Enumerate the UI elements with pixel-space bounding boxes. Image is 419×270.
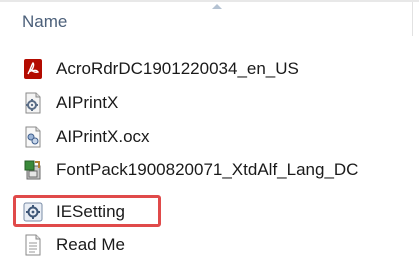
file-row-fontpack[interactable]: FontPack1900820071_XtdAlf_Lang_DC (0, 155, 419, 185)
file-name: AIPrintX.ocx (56, 127, 150, 146)
text-document-icon (22, 234, 44, 256)
file-name: Read Me (56, 235, 125, 254)
file-name: AIPrintX (56, 93, 119, 112)
file-row-acrordrdc[interactable]: AcroRdrDC1901220034_en_US (0, 54, 419, 84)
highlight-box (13, 195, 161, 227)
column-header-name[interactable]: Name (22, 12, 67, 32)
file-row-aiprintx-ocx[interactable]: AIPrintX.ocx (0, 122, 419, 152)
file-row-aiprintx[interactable]: AIPrintX (0, 88, 419, 118)
acrobat-installer-icon (22, 58, 44, 80)
file-name: AcroRdrDC1901220034_en_US (56, 59, 299, 78)
settings-file-icon (22, 92, 44, 114)
file-row-read-me[interactable]: Read Me (0, 230, 419, 260)
installer-package-icon (22, 159, 44, 181)
file-name: FontPack1900820071_XtdAlf_Lang_DC (56, 160, 359, 179)
sort-ascending-icon (212, 4, 222, 9)
activex-control-icon (22, 126, 44, 148)
column-separator[interactable] (412, 2, 413, 36)
column-header-row: Name (0, 2, 419, 38)
